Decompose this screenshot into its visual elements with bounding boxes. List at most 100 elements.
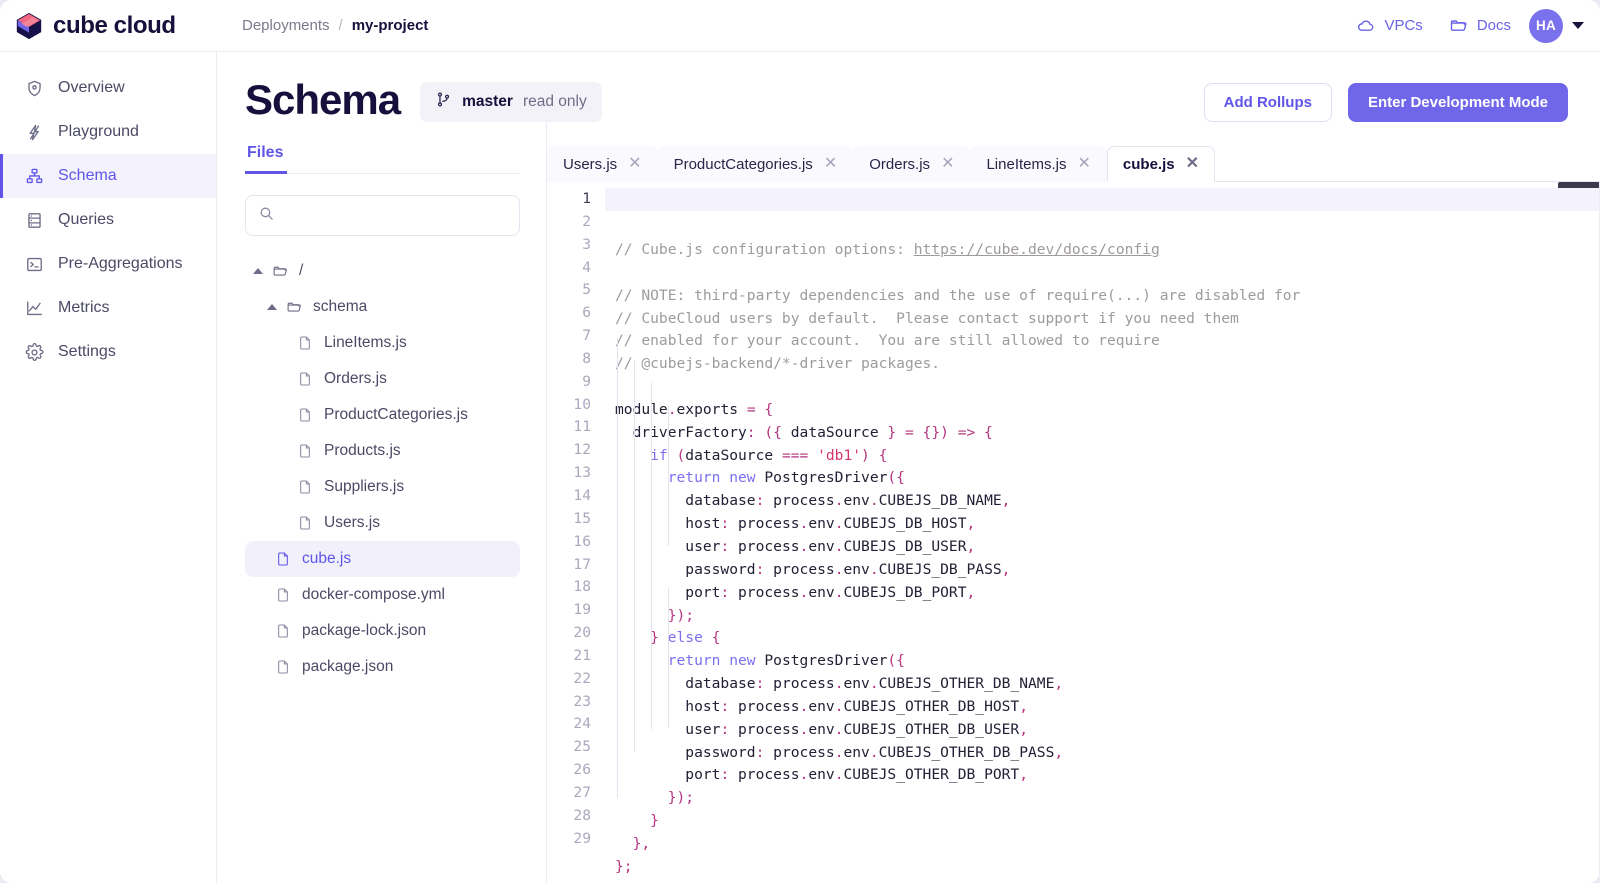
sidebar-item-settings[interactable]: Settings	[0, 330, 216, 374]
sidebar-item-metrics[interactable]: Metrics	[0, 286, 216, 330]
avatar[interactable]: HA	[1529, 8, 1563, 43]
code-line[interactable]: } else {	[615, 627, 1600, 650]
tree-file-docker-compose[interactable]: docker-compose.yml	[245, 577, 520, 613]
tree-file-cubejs[interactable]: cube.js	[245, 541, 520, 577]
code-line[interactable]	[615, 879, 1600, 883]
brand[interactable]: cube cloud	[14, 11, 217, 41]
tree-file-products[interactable]: Products.js	[245, 433, 520, 469]
code-line[interactable]: driverFactory: ({ dataSource } = {}) => …	[615, 422, 1600, 445]
tree-file-package-lock[interactable]: package-lock.json	[245, 613, 520, 649]
code-line[interactable]: port: process.env.CUBEJS_OTHER_DB_PORT,	[615, 764, 1600, 787]
tree-file-productcategories[interactable]: ProductCategories.js	[245, 397, 520, 433]
code-token-plain: CUBEJS_OTHER_DB_HOST	[843, 697, 1020, 715]
editor-tab-orders[interactable]: Orders.js ✕	[853, 146, 971, 182]
code-line[interactable]: database: process.env.CUBEJS_OTHER_DB_NA…	[615, 673, 1600, 696]
enter-development-mode-button[interactable]: Enter Development Mode	[1347, 82, 1568, 122]
tab-files[interactable]: Files	[245, 144, 288, 174]
tree-label: schema	[313, 298, 368, 315]
chevron-down-icon[interactable]	[1572, 22, 1584, 29]
caret-up-icon[interactable]	[253, 268, 263, 274]
sidebar-item-schema[interactable]: Schema	[0, 154, 216, 198]
breadcrumb-current-project[interactable]: my-project	[352, 17, 429, 34]
code-line[interactable]: // @cubejs-backend/*-driver packages.	[615, 353, 1600, 376]
editor-tab-productcategories[interactable]: ProductCategories.js ✕	[657, 146, 854, 182]
code-line[interactable]	[615, 376, 1600, 399]
breadcrumb-deployments[interactable]: Deployments	[242, 17, 330, 34]
line-number: 28	[573, 806, 591, 824]
sidebar-item-pre-aggregations[interactable]: Pre-Aggregations	[0, 242, 216, 286]
tree-folder-schema[interactable]: schema	[245, 289, 520, 325]
code-token-plain: process	[764, 743, 835, 761]
sidebar-item-playground[interactable]: Playground	[0, 110, 216, 154]
editor-tab-cubejs[interactable]: cube.js ✕	[1106, 146, 1216, 182]
code-line[interactable]: };	[615, 856, 1600, 879]
code-token-op: },	[615, 834, 651, 852]
tree-file-lineitems[interactable]: LineItems.js	[245, 325, 520, 361]
code-line[interactable]: // CubeCloud users by default. Please co…	[615, 308, 1600, 331]
caret-up-icon[interactable]	[267, 304, 277, 310]
sidebar-item-queries[interactable]: Queries	[0, 198, 216, 242]
close-icon[interactable]: ✕	[628, 156, 641, 172]
code-line[interactable]: host: process.env.CUBEJS_OTHER_DB_HOST,	[615, 696, 1600, 719]
tree-file-package-json[interactable]: package.json	[245, 649, 520, 685]
code-line[interactable]: return new PostgresDriver({	[615, 650, 1600, 673]
sidebar-item-label: Playground	[58, 123, 139, 140]
docs-label: Docs	[1476, 17, 1511, 34]
user-menu[interactable]: HA	[1529, 8, 1584, 43]
editor-tab-users[interactable]: Users.js ✕	[547, 146, 658, 182]
search-input[interactable]	[283, 207, 507, 224]
code-line[interactable]: });	[615, 605, 1600, 628]
code-token-plain: PostgresDriver	[755, 652, 888, 670]
code-token-op: } = {}) => {	[878, 423, 993, 441]
code-line[interactable]: port: process.env.CUBEJS_DB_PORT,	[615, 582, 1600, 605]
file-search-box[interactable]	[245, 195, 520, 236]
code-line[interactable]	[615, 262, 1600, 285]
sidebar-item-overview[interactable]: Overview	[0, 66, 216, 110]
code-token-plain: exports	[676, 400, 747, 418]
code-line[interactable]: if (dataSource === 'db1') {	[615, 445, 1600, 468]
code-line[interactable]: // enabled for your account. You are sti…	[615, 330, 1600, 353]
close-icon[interactable]: ✕	[941, 156, 954, 172]
code-line[interactable]: return new PostgresDriver({	[615, 467, 1600, 490]
code-token-key: else	[667, 629, 703, 647]
vpcs-link[interactable]: VPCs	[1356, 16, 1423, 36]
breadcrumb-separator: /	[338, 17, 343, 34]
code-token-op: :	[720, 697, 730, 715]
editor-tab-lineitems[interactable]: LineItems.js ✕	[970, 146, 1107, 182]
code-line[interactable]: // Cube.js configuration options: https:…	[615, 239, 1600, 262]
code-line[interactable]: password: process.env.CUBEJS_DB_PASS,	[615, 559, 1600, 582]
close-icon[interactable]: ✕	[1078, 156, 1091, 172]
git-branch-icon	[435, 91, 452, 113]
tree-label: cube.js	[302, 550, 352, 567]
close-icon[interactable]: ✕	[1186, 156, 1199, 172]
code-line[interactable]: database: process.env.CUBEJS_DB_NAME,	[615, 490, 1600, 513]
code-token-op: });	[615, 606, 695, 624]
files-pane: Files / schema LineItems.js Orders.js Pr…	[245, 122, 547, 883]
code-line[interactable]: },	[615, 833, 1600, 856]
code-line[interactable]: // NOTE: third-party dependencies and th…	[615, 285, 1600, 308]
code-line[interactable]: });	[615, 787, 1600, 810]
code-token-plain: port	[615, 766, 721, 784]
code-line[interactable]: password: process.env.CUBEJS_OTHER_DB_PA…	[615, 742, 1600, 765]
editor-code-area[interactable]: // Cube.js configuration options: https:…	[605, 182, 1600, 883]
close-icon[interactable]: ✕	[824, 156, 837, 172]
code-token-plain: env	[808, 583, 835, 601]
tree-file-suppliers[interactable]: Suppliers.js	[245, 469, 520, 505]
code-line[interactable]: user: process.env.CUBEJS_OTHER_DB_USER,	[615, 719, 1600, 742]
indent-guide	[634, 360, 635, 752]
line-number: 14	[573, 486, 591, 504]
code-editor[interactable]: 1 2 3 4 5 6 7 8 9 10 11 12 13 14 15 16 17 18 19 20 21 22 23 24 2…	[547, 182, 1600, 883]
tree-file-orders[interactable]: Orders.js	[245, 361, 520, 397]
code-line[interactable]: user: process.env.CUBEJS_DB_USER,	[615, 536, 1600, 559]
code-line[interactable]: }	[615, 810, 1600, 833]
code-line[interactable]: host: process.env.CUBEJS_DB_HOST,	[615, 513, 1600, 536]
tree-folder-root[interactable]: /	[245, 253, 520, 289]
code-token-op: :	[720, 766, 730, 784]
code-token-plain: env	[843, 675, 870, 693]
add-rollups-button[interactable]: Add Rollups	[1203, 82, 1332, 122]
code-token-dot: .	[869, 492, 879, 510]
code-line[interactable]: module.exports = {	[615, 399, 1600, 422]
tree-file-users[interactable]: Users.js	[245, 505, 520, 541]
docs-link[interactable]: Docs	[1449, 16, 1511, 36]
code-token-plain: process	[764, 560, 835, 578]
